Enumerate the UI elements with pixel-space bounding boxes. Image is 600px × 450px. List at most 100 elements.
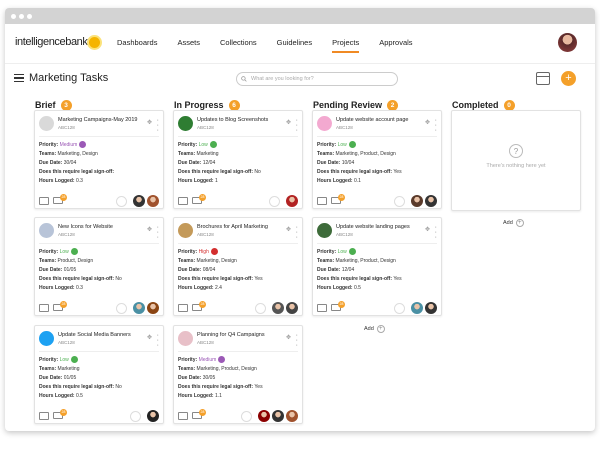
calendar-icon[interactable] [536, 72, 550, 85]
question-icon: ? [509, 144, 523, 158]
task-title[interactable]: Planning for Q4 Campaigns [197, 332, 265, 338]
add-circle-icon: + [376, 325, 385, 333]
window-dot[interactable] [19, 13, 24, 19]
task-card[interactable]: Brochures for April Marketing ABC128 ✥ · · · P… [173, 217, 303, 316]
add-assignee-icon[interactable] [241, 411, 252, 422]
task-priority: Priority: Medium [39, 141, 87, 148]
comment-count-badge: 28 [338, 194, 345, 201]
task-title[interactable]: Update website account page [336, 117, 408, 123]
folder-icon[interactable] [39, 197, 49, 205]
folder-icon[interactable] [178, 304, 188, 312]
task-card[interactable]: New Icons for Website ABC128 ✥ · · · Priority:… [34, 217, 164, 316]
more-options-icon[interactable]: · · · [435, 224, 437, 241]
task-legal-signoff: Does this require legal sign-off: No [39, 384, 122, 390]
move-icon[interactable]: ✥ [425, 226, 430, 233]
task-teams: Teams: Marketing [178, 151, 219, 157]
window-dot[interactable] [27, 13, 32, 19]
assignee-avatar[interactable] [425, 302, 437, 314]
folder-icon[interactable] [317, 304, 327, 312]
add-circle-icon: + [515, 219, 524, 227]
assignee-avatar[interactable] [147, 302, 159, 314]
add-assignee-icon[interactable] [394, 303, 405, 314]
nav-guidelines[interactable]: Guidelines [277, 38, 312, 47]
assignee-avatar[interactable] [258, 410, 270, 422]
more-options-icon[interactable]: · · · [296, 117, 298, 134]
add-card-button[interactable]: Add + [503, 219, 524, 227]
task-priority: Priority: Low [39, 356, 78, 363]
window-dot[interactable] [11, 13, 16, 19]
move-icon[interactable]: ✥ [286, 334, 291, 341]
field-value: Marketing [196, 151, 219, 157]
move-icon[interactable]: ✥ [147, 119, 152, 126]
folder-icon[interactable] [39, 304, 49, 312]
menu-icon[interactable] [14, 74, 24, 82]
more-options-icon[interactable]: · · · [296, 224, 298, 241]
task-title[interactable]: New Icons for Website [58, 224, 113, 230]
task-legal-signoff: Does this require legal sign-off: No [39, 276, 122, 282]
nav-assets[interactable]: Assets [177, 38, 200, 47]
assignee-avatar[interactable] [411, 195, 423, 207]
move-icon[interactable]: ✥ [147, 226, 152, 233]
task-card[interactable]: Updates to Blog Screenshots ABC128 ✥ · · · Pri… [173, 110, 303, 209]
card-footer: 28 [313, 300, 441, 317]
task-title[interactable]: Update Social Media Banners [58, 332, 131, 338]
task-title[interactable]: Update website landing pages [336, 224, 410, 230]
empty-column-placeholder: ? There's nothing here yet [451, 110, 581, 211]
assignee-avatar[interactable] [286, 410, 298, 422]
more-options-icon[interactable]: · · · [157, 117, 159, 134]
assignee-avatar[interactable] [286, 195, 298, 207]
field-value: 0.3 [75, 285, 83, 291]
move-icon[interactable]: ✥ [425, 119, 430, 126]
search-input[interactable]: What are you looking for? [236, 72, 398, 86]
task-thumbnail [178, 223, 193, 238]
add-task-button[interactable]: + [561, 71, 576, 86]
add-assignee-icon[interactable] [116, 303, 127, 314]
task-card[interactable]: Marketing Campaigns-May 2019 ABC128 ✥ · · · Pr… [34, 110, 164, 209]
column-count-badge: 2 [387, 99, 399, 111]
assignee-avatar[interactable] [272, 302, 284, 314]
task-title[interactable]: Marketing Campaigns-May 2019 [58, 117, 137, 123]
task-title[interactable]: Brochures for April Marketing [197, 224, 268, 230]
assignee-avatar[interactable] [133, 195, 145, 207]
more-options-icon[interactable]: · · · [435, 117, 437, 134]
task-card[interactable]: Update website landing pages ABC128 ✥ · · · Pr… [312, 217, 442, 316]
more-options-icon[interactable]: · · · [296, 332, 298, 349]
more-options-icon[interactable]: · · · [157, 224, 159, 241]
logo[interactable]: intelligencebank [15, 36, 100, 48]
assignee-avatar[interactable] [411, 302, 423, 314]
add-assignee-icon[interactable] [394, 196, 405, 207]
folder-icon[interactable] [178, 412, 188, 420]
move-icon[interactable]: ✥ [147, 334, 152, 341]
field-value: 30/04 [63, 160, 77, 166]
task-title[interactable]: Updates to Blog Screenshots [197, 117, 268, 123]
nav-approvals[interactable]: Approvals [379, 38, 412, 47]
assignee-avatar[interactable] [425, 195, 437, 207]
nav-collections[interactable]: Collections [220, 38, 257, 47]
folder-icon[interactable] [317, 197, 327, 205]
add-assignee-icon[interactable] [255, 303, 266, 314]
move-icon[interactable]: ✥ [286, 119, 291, 126]
field-value: 12/04 [341, 267, 355, 273]
user-avatar[interactable] [558, 33, 577, 52]
task-card[interactable]: Planning for Q4 Campaigns ABC128 ✥ · · · Prior… [173, 325, 303, 424]
priority-value: Low [337, 248, 347, 255]
task-card[interactable]: Update website account page ABC128 ✥ · · · Pri… [312, 110, 442, 209]
add-assignee-icon[interactable] [269, 196, 280, 207]
add-assignee-icon[interactable] [116, 196, 127, 207]
assignee-avatar[interactable] [286, 302, 298, 314]
assignee-avatar[interactable] [133, 302, 145, 314]
field-value: 08/04 [202, 267, 216, 273]
folder-icon[interactable] [39, 412, 49, 420]
add-card-button[interactable]: Add + [364, 325, 385, 333]
nav-projects[interactable]: Projects [332, 38, 360, 53]
more-options-icon[interactable]: · · · [157, 332, 159, 349]
assignee-avatar[interactable] [147, 410, 159, 422]
folder-icon[interactable] [178, 197, 188, 205]
task-card[interactable]: Update Social Media Banners ABC128 ✥ · · · Pri… [34, 325, 164, 424]
assignee-avatar[interactable] [272, 410, 284, 422]
task-legal-signoff: Does this require legal sign-off: [39, 169, 115, 175]
nav-dashboards[interactable]: Dashboards [117, 38, 157, 47]
add-assignee-icon[interactable] [130, 411, 141, 422]
assignee-avatar[interactable] [147, 195, 159, 207]
move-icon[interactable]: ✥ [286, 226, 291, 233]
